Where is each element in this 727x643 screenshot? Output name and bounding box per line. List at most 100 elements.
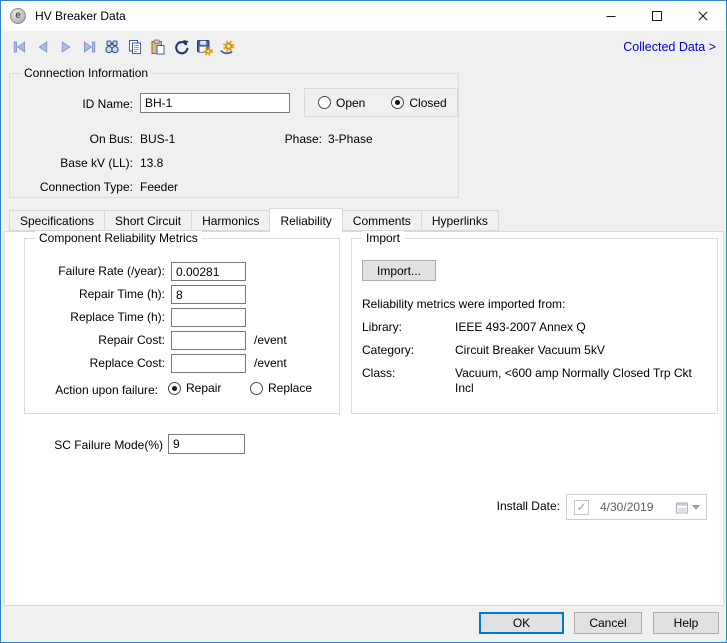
replace-radio[interactable]: Replace <box>250 381 312 395</box>
reliability-tab-page: Component Reliability Metrics Failure Ra… <box>4 231 724 606</box>
repair-cost-input[interactable] <box>171 331 246 350</box>
collected-data-link[interactable]: Collected Data > <box>623 40 716 54</box>
connection-type-value: Feeder <box>140 180 178 194</box>
repair-time-row: Repair Time (h): <box>25 285 339 305</box>
paste-icon <box>149 38 167 56</box>
install-date-label: Install Date: <box>405 499 560 513</box>
repair-radio[interactable]: Repair <box>168 381 221 395</box>
ok-button[interactable]: OK <box>479 612 564 634</box>
replace-cost-input[interactable] <box>171 354 246 373</box>
tab-comments[interactable]: Comments <box>342 210 422 231</box>
category-label: Category: <box>362 343 414 357</box>
tab-specifications[interactable]: Specifications <box>9 210 105 231</box>
import-button[interactable]: Import... <box>362 260 436 281</box>
failure-rate-label: Failure Rate (/year): <box>25 264 165 278</box>
replace-cost-row: Replace Cost: /event <box>25 354 339 374</box>
id-name-input[interactable] <box>140 93 290 113</box>
first-record-button[interactable] <box>8 36 31 59</box>
connection-information-group: Connection Information ID Name: Open Clo… <box>9 73 459 198</box>
install-date-value: 4/30/2019 <box>600 500 653 514</box>
breaker-status-box: Open Closed <box>304 88 458 117</box>
minimize-button[interactable] <box>588 1 634 31</box>
unit-label: /event <box>254 333 287 347</box>
component-reliability-metrics-group: Component Reliability Metrics Failure Ra… <box>24 238 340 414</box>
tab-bar: Specifications Short Circuit Harmonics R… <box>9 208 498 231</box>
failure-rate-row: Failure Rate (/year): <box>25 262 339 282</box>
replace-time-input[interactable] <box>171 308 246 327</box>
replace-cost-label: Replace Cost: <box>25 356 165 370</box>
on-bus-value: BUS-1 <box>140 132 175 146</box>
class-label: Class: <box>362 366 395 380</box>
close-button[interactable] <box>680 1 726 31</box>
undo-button[interactable] <box>169 36 192 59</box>
install-date-checkbox[interactable] <box>574 500 589 515</box>
sc-failure-mode-input[interactable] <box>168 434 245 454</box>
copy-button[interactable] <box>123 36 146 59</box>
undo-icon <box>172 38 190 56</box>
next-record-icon <box>57 38 75 56</box>
previous-record-button[interactable] <box>31 36 54 59</box>
tab-harmonics[interactable]: Harmonics <box>191 210 270 231</box>
replace-time-label: Replace Time (h): <box>25 310 165 324</box>
tab-reliability[interactable]: Reliability <box>269 208 342 232</box>
window-title: HV Breaker Data <box>35 9 126 23</box>
repair-radio-label: Repair <box>186 381 221 395</box>
base-kv-value: 13.8 <box>140 156 163 170</box>
gear-icon <box>218 38 236 56</box>
connection-group-title: Connection Information <box>20 66 152 80</box>
save-gear-icon <box>195 38 213 56</box>
base-kv-label: Base kV (LL): <box>10 156 133 170</box>
maximize-button[interactable] <box>634 1 680 31</box>
binoculars-icon <box>103 38 121 56</box>
repair-time-label: Repair Time (h): <box>25 287 165 301</box>
copy-icon <box>126 38 144 56</box>
import-group-title: Import <box>362 231 404 245</box>
open-radio-label: Open <box>336 96 365 110</box>
id-name-label: ID Name: <box>10 97 133 111</box>
unit-label: /event <box>254 356 287 370</box>
etap-app-icon: e <box>10 8 26 24</box>
replace-radio-label: Replace <box>268 381 312 395</box>
failure-rate-input[interactable] <box>171 262 246 281</box>
import-group: Import Import... Reliability metrics wer… <box>351 238 718 414</box>
cancel-button[interactable]: Cancel <box>574 612 642 634</box>
paste-button[interactable] <box>146 36 169 59</box>
class-value: Vacuum, <600 amp Normally Closed Trp Ckt… <box>455 366 713 396</box>
previous-record-icon <box>34 38 52 56</box>
toolbar: Collected Data > <box>1 31 726 63</box>
save-defaults-button[interactable] <box>192 36 215 59</box>
hv-breaker-data-dialog: e HV Breaker Data <box>0 0 727 643</box>
install-date-dropdown-button[interactable] <box>675 501 700 514</box>
closed-radio[interactable]: Closed <box>391 96 446 110</box>
last-record-button[interactable] <box>77 36 100 59</box>
next-record-button[interactable] <box>54 36 77 59</box>
options-button[interactable] <box>215 36 238 59</box>
replace-time-row: Replace Time (h): <box>25 308 339 328</box>
import-note: Reliability metrics were imported from: <box>362 297 565 311</box>
radio-dot-icon <box>318 96 331 109</box>
install-date-control: 4/30/2019 <box>566 494 707 520</box>
library-label: Library: <box>362 320 402 334</box>
titlebar[interactable]: e HV Breaker Data <box>1 1 726 31</box>
tab-hyperlinks[interactable]: Hyperlinks <box>421 210 499 231</box>
sc-failure-mode-label: SC Failure Mode(%) <box>5 438 163 452</box>
close-icon <box>695 8 711 24</box>
first-record-icon <box>11 38 29 56</box>
repair-time-input[interactable] <box>171 285 246 304</box>
on-bus-label: On Bus: <box>10 132 133 146</box>
window-controls <box>588 1 726 31</box>
tab-short-circuit[interactable]: Short Circuit <box>104 210 192 231</box>
action-upon-failure-label: Action upon failure: <box>25 383 158 397</box>
metrics-group-title: Component Reliability Metrics <box>35 231 202 245</box>
last-record-icon <box>80 38 98 56</box>
closed-radio-label: Closed <box>409 96 446 110</box>
chevron-down-icon <box>692 505 700 510</box>
radio-dot-icon <box>168 382 181 395</box>
calendar-icon <box>675 501 689 514</box>
radio-dot-icon <box>250 382 263 395</box>
category-value: Circuit Breaker Vacuum 5kV <box>455 343 713 358</box>
find-button[interactable] <box>100 36 123 59</box>
help-button[interactable]: Help <box>653 612 719 634</box>
radio-dot-icon <box>391 96 404 109</box>
open-radio[interactable]: Open <box>318 96 365 110</box>
